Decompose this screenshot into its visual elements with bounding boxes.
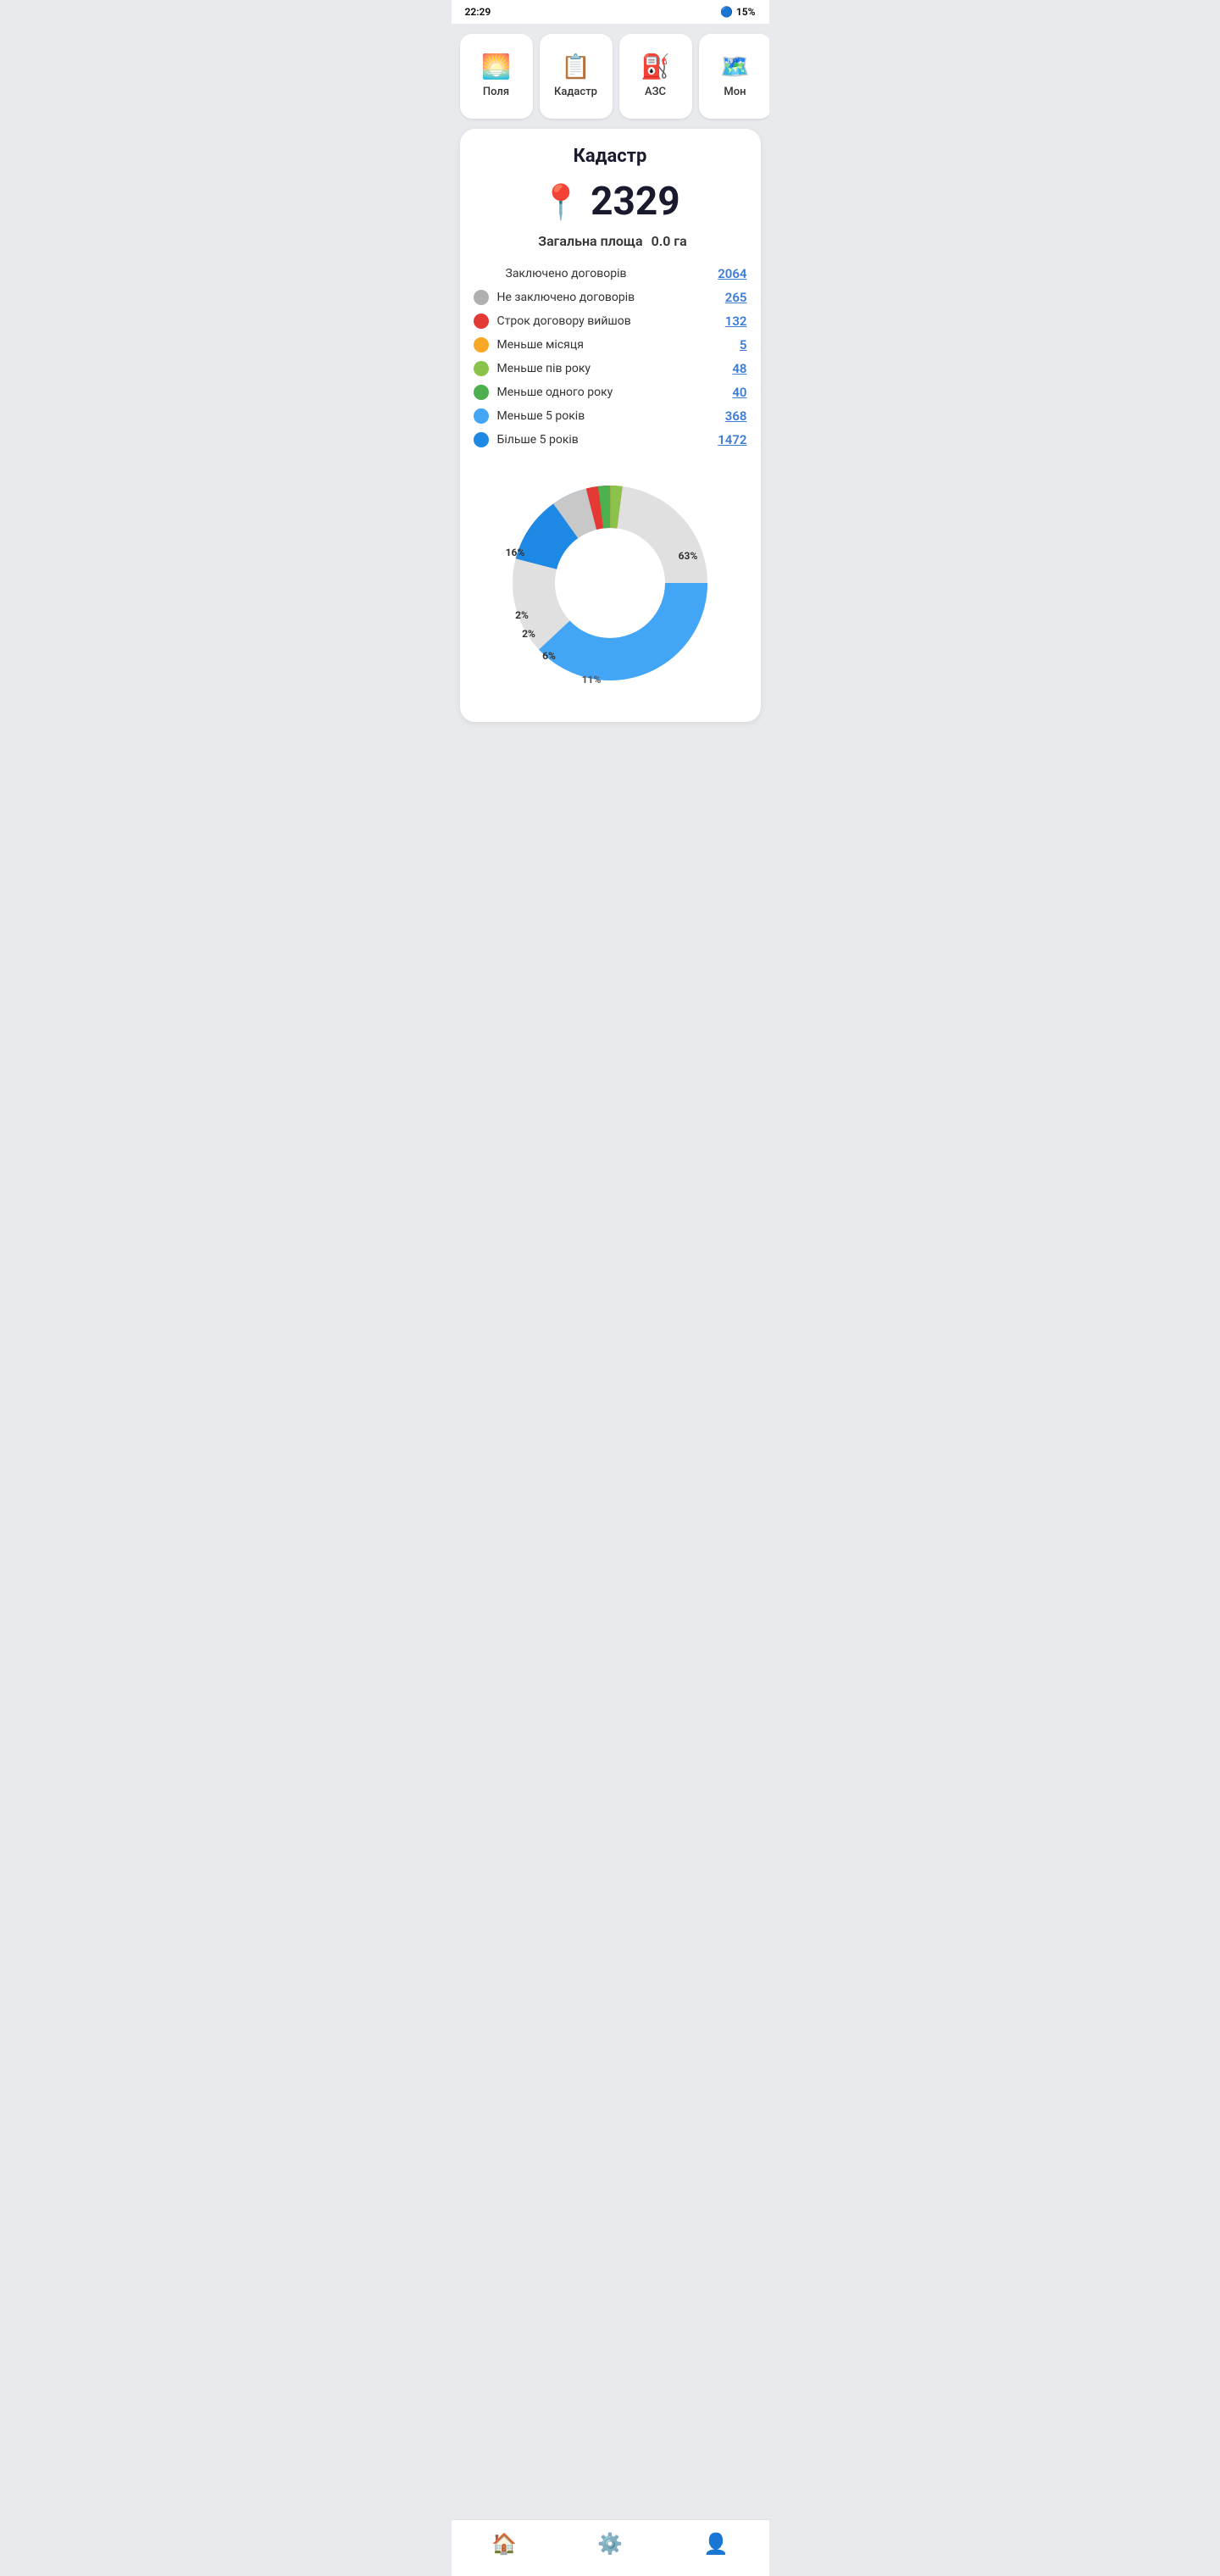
chart-svg: 63% 16% 11% 6% 2% 2% [491,464,729,702]
dot-less-year [474,385,489,400]
stat-row-expired: Строк договору вийшов 132 [474,314,747,329]
label-6pct: 6% [542,650,556,662]
nav-card-cadastre[interactable]: 📋 Кадастр [540,34,613,119]
stat-label-less-month: Меньше місяця [497,338,731,352]
stat-row-unsigned: Не заключено договорів 265 [474,290,747,305]
stats-list: Заключено договорів 2064 Не заключено до… [474,266,747,447]
stat-value-expired[interactable]: 132 [725,314,747,329]
main-cadastre-card: Кадастр 📍 2329 Загальна площа 0.0 га Зак… [460,129,761,722]
stat-value-signed[interactable]: 2064 [718,266,746,281]
dot-less-half-year [474,361,489,376]
gas-icon: ⛽ [640,55,670,79]
card-title: Кадастр [474,146,747,167]
bottom-nav: 🏠 ⚙️ 👤 [452,2519,769,2576]
total-area-row: Загальна площа 0.0 га [474,233,747,249]
label-63pct: 63% [679,550,698,562]
stat-value-less-5years[interactable]: 368 [725,408,747,424]
stat-label-less-5years: Меньше 5 років [497,409,717,423]
settings-icon: ⚙️ [597,2532,623,2556]
nav-card-fields[interactable]: 🌅 Поля [460,34,533,119]
fields-icon: 🌅 [481,55,511,79]
gas-label: АЗС [645,86,666,98]
profile-icon: 👤 [703,2532,729,2556]
stat-value-less-year[interactable]: 40 [732,385,746,400]
status-time: 22:29 [465,6,491,18]
bottom-nav-home[interactable]: 🏠 [474,2529,534,2559]
nav-card-mon[interactable]: 🗺️ Мон [699,34,769,119]
chart-center [556,529,664,637]
label-11pct: 11% [582,674,602,686]
donut-chart: 63% 16% 11% 6% 2% 2% [491,464,729,702]
stat-label-unsigned: Не заключено договорів [497,291,717,304]
dot-more-5years [474,432,489,447]
hero-count-row: 📍 2329 [474,179,747,225]
label-2pct-2: 2% [522,628,535,640]
stat-value-more-5years[interactable]: 1472 [718,432,746,447]
bottom-nav-settings[interactable]: ⚙️ [580,2529,640,2559]
stat-label-less-half-year: Меньше пів року [497,362,724,375]
stat-label-more-5years: Більше 5 років [497,433,710,447]
total-area-value: 0.0 га [652,233,687,249]
cadastre-label: Кадастр [554,86,597,98]
fields-label: Поля [483,86,509,98]
stat-row-signed: Заключено договорів 2064 [474,266,747,281]
stat-value-unsigned[interactable]: 265 [725,290,747,305]
dot-expired [474,314,489,329]
label-2pct-1: 2% [515,609,529,621]
dot-less-5years [474,408,489,424]
stat-row-less-year: Меньше одного року 40 [474,385,747,400]
stat-row-more-5years: Більше 5 років 1472 [474,432,747,447]
total-area-label: Загальна площа [538,233,642,249]
stat-row-less-month: Меньше місяця 5 [474,337,747,353]
stat-label-signed: Заключено договорів [506,267,710,280]
nav-card-gas[interactable]: ⛽ АЗС [619,34,692,119]
status-bar: 22:29 🔵 15% [452,0,769,24]
stat-row-less-5years: Меньше 5 років 368 [474,408,747,424]
cadastre-icon: 📋 [561,55,591,79]
mon-icon: 🗺️ [720,55,750,79]
stat-value-less-half-year[interactable]: 48 [732,361,746,376]
stat-label-less-year: Меньше одного року [497,386,724,399]
stat-value-less-month[interactable]: 5 [740,337,747,353]
dot-unsigned [474,290,489,305]
dot-less-month [474,337,489,353]
stat-label-expired: Строк договору вийшов [497,314,717,328]
label-16pct: 16% [506,547,525,558]
hero-pin-icon: 📍 [540,182,582,222]
home-icon: 🏠 [491,2532,517,2556]
nav-cards-row: 🌅 Поля 📋 Кадастр ⛽ АЗС 🗺️ Мон [452,24,769,129]
hero-number: 2329 [591,179,680,225]
bottom-nav-profile[interactable]: 👤 [686,2529,746,2559]
stat-row-less-half-year: Меньше пів року 48 [474,361,747,376]
status-indicators: 🔵 15% [720,6,756,18]
mon-label: Мон [724,86,746,98]
